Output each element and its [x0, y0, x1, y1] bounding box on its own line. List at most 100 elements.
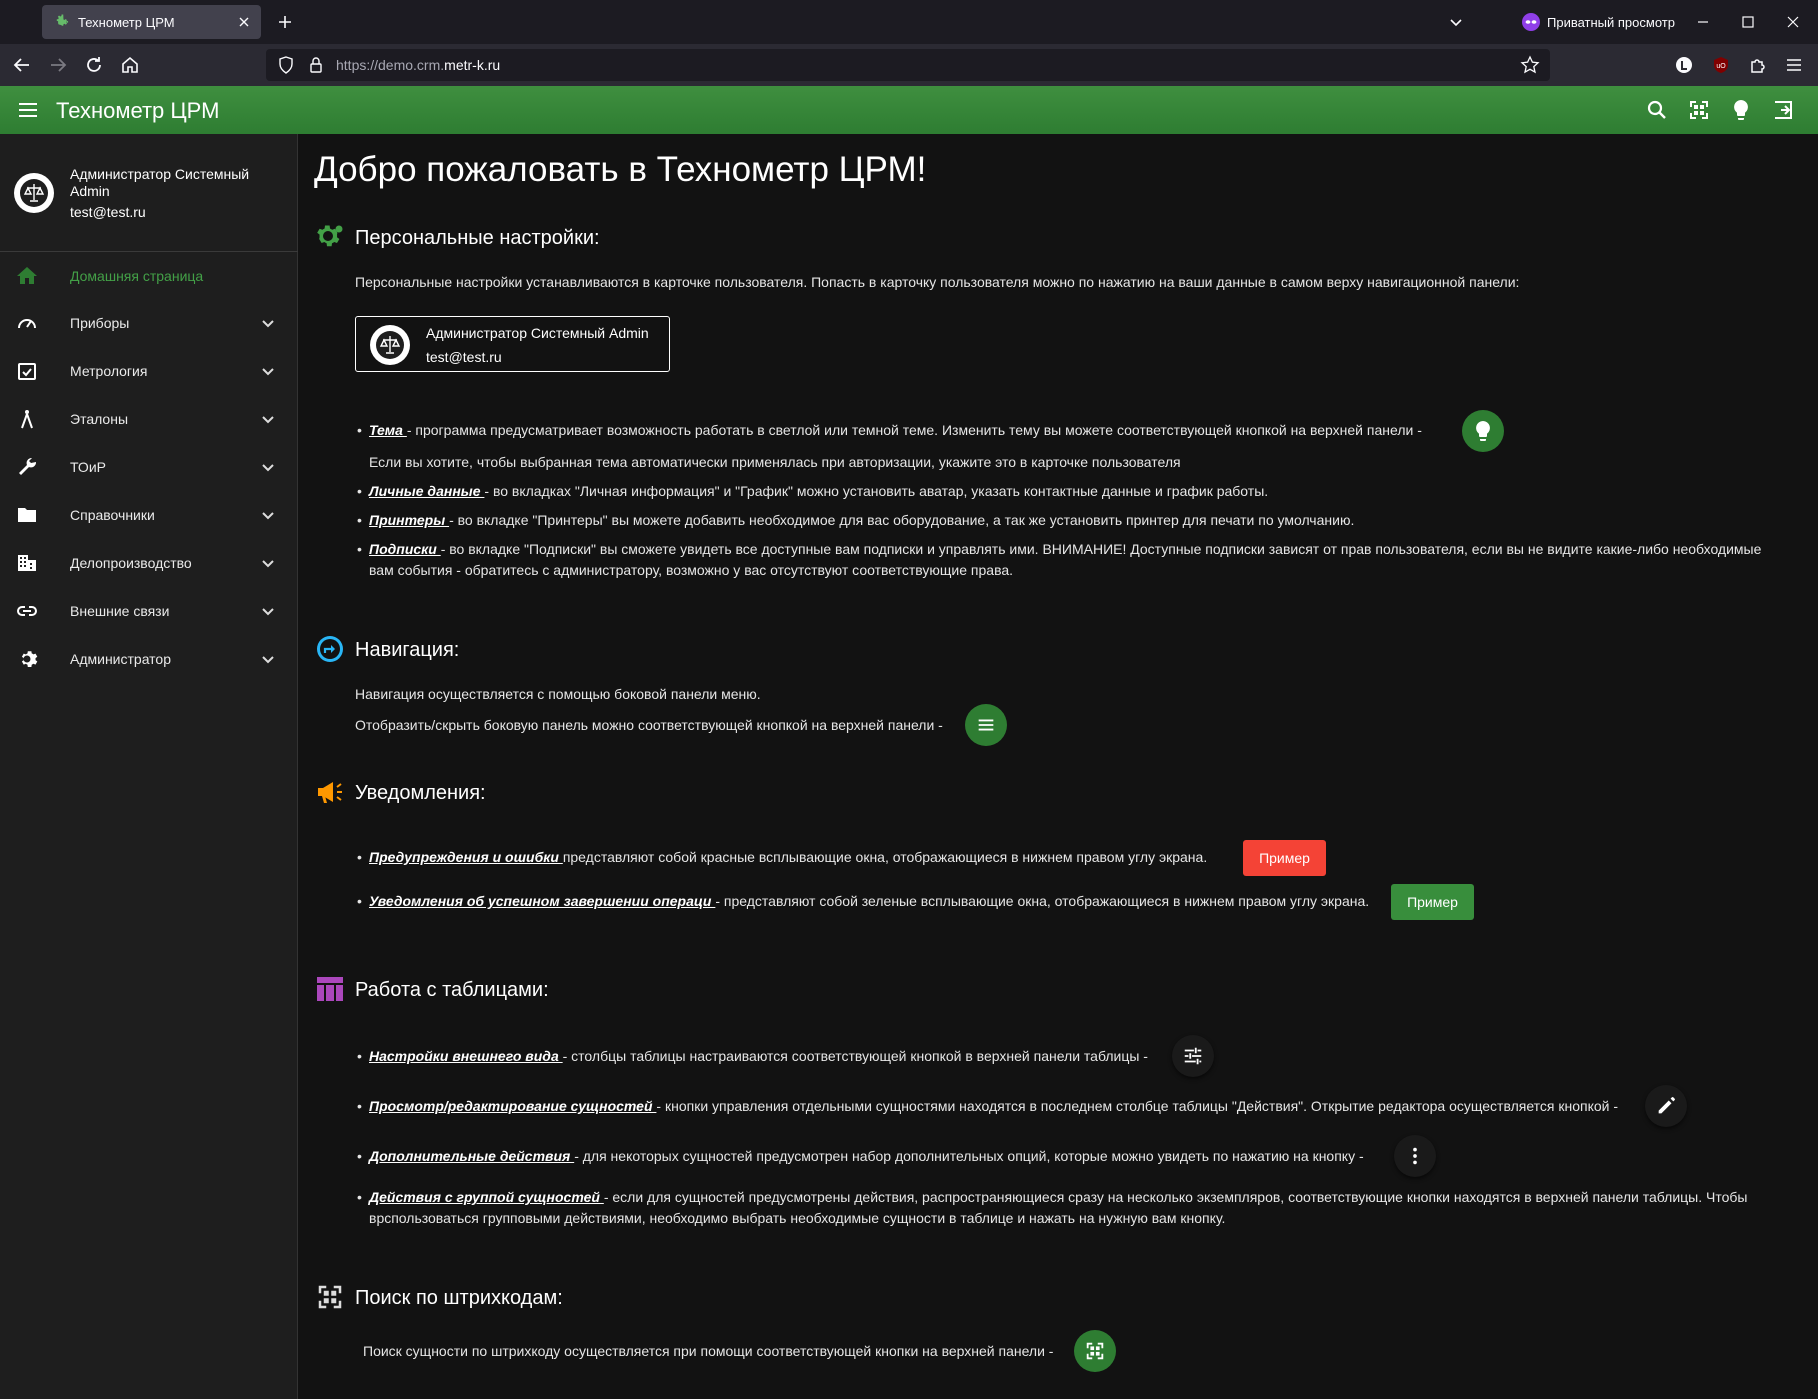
item-text: - представляют собой зеленые всплывающие…: [715, 893, 1370, 909]
chevron-down-icon: [258, 409, 278, 429]
bullet: •: [357, 1048, 362, 1064]
minimize-window-icon[interactable]: [1693, 12, 1713, 32]
browser-tab[interactable]: Технометр ЦРМ: [42, 5, 261, 39]
list-item-note: Если вы хотите, чтобы выбранная тема авт…: [369, 452, 1519, 473]
chevron-down-icon: [258, 313, 278, 333]
sidebar-item-metrology[interactable]: Метрология: [0, 347, 298, 395]
item-text: - столбцы таблицы настраиваются соответс…: [562, 1048, 1148, 1064]
list-item: • Личные данные - во вкладках "Личная ин…: [357, 481, 1769, 502]
shield-icon[interactable]: [276, 55, 296, 75]
barcode-text: Поиск сущности по штрихкоду осуществляет…: [363, 1343, 1054, 1359]
close-tab-icon[interactable]: [237, 15, 251, 29]
calendar-check-icon: [15, 359, 39, 383]
home-browser-icon[interactable]: [118, 53, 142, 77]
sidebar-item-label: Метрология: [70, 363, 148, 379]
forward-arrow-icon[interactable]: [46, 53, 70, 77]
keyword-appearance: Настройки внешнего вида: [369, 1048, 563, 1064]
barcode-section-icon: [315, 1282, 345, 1312]
office-building-icon: [15, 551, 39, 575]
url-bar[interactable]: https://demo.crm.metr-k.ru: [266, 49, 1550, 81]
item-text: - во вкладке "Подписки" вы сможете увиде…: [369, 541, 1762, 578]
bullet: •: [357, 1148, 362, 1164]
bullet: •: [357, 893, 362, 909]
sidebar-item-devices[interactable]: Приборы: [0, 299, 298, 347]
sidebar-user-name: Администратор Системный Admin: [70, 166, 250, 199]
gear-favicon-icon: [52, 13, 70, 31]
sidebar-item-label: Внешние связи: [70, 603, 170, 619]
new-tab-icon[interactable]: [275, 12, 295, 32]
navigation-line-1: Навигация осуществляется с помощью боков…: [355, 686, 761, 702]
chevron-down-icon: [258, 361, 278, 381]
app-top-bar: Технометр ЦРМ: [0, 86, 1818, 134]
item-text: - кнопки управления отдельными сущностям…: [656, 1098, 1619, 1114]
browser-menu-icon[interactable]: [1782, 53, 1806, 77]
extension-l-icon[interactable]: [1672, 53, 1696, 77]
hamburger-menu-icon[interactable]: [16, 98, 40, 122]
theme-lightbulb-icon[interactable]: [1729, 98, 1753, 122]
user-card-name: Администратор Системный Admin: [426, 325, 649, 341]
url-host: metr-k.ru: [444, 57, 501, 73]
url-text[interactable]: https://demo.crm.metr-k.ru: [336, 57, 1520, 73]
edit-example-button[interactable]: [1645, 1085, 1687, 1127]
section-title-barcode: Поиск по штрихкодам:: [355, 1287, 563, 1309]
bullet: •: [357, 1189, 362, 1205]
barcode-scan-icon[interactable]: [1687, 98, 1711, 122]
private-browsing-label: Приватный просмотр: [1547, 14, 1675, 30]
sidebar-item-administrator[interactable]: Администратор: [0, 635, 298, 683]
close-window-icon[interactable]: [1783, 12, 1803, 32]
extensions-puzzle-icon[interactable]: [1746, 53, 1770, 77]
sidebar-item-office-work[interactable]: Делопроизводство: [0, 539, 298, 587]
sidebar-item-standards[interactable]: Эталоны: [0, 395, 298, 443]
sidebar-item-label: Эталоны: [70, 411, 129, 427]
chevron-down-icon: [258, 457, 278, 477]
bullet: •: [357, 1098, 362, 1114]
bullet: •: [357, 512, 362, 528]
logout-icon[interactable]: [1771, 98, 1795, 122]
column-settings-example-button[interactable]: [1172, 1035, 1214, 1077]
maximize-window-icon[interactable]: [1738, 12, 1758, 32]
lock-icon[interactable]: [306, 55, 326, 75]
sidebar-item-label: Администратор: [70, 651, 172, 667]
bookmark-star-icon[interactable]: [1520, 55, 1540, 75]
error-example-button[interactable]: Пример: [1243, 840, 1326, 876]
chevron-down-icon: [258, 553, 278, 573]
sidebar-item-label: Делопроизводство: [70, 555, 192, 571]
search-icon[interactable]: [1645, 98, 1669, 122]
ublock-origin-icon[interactable]: uO: [1709, 53, 1733, 77]
sidebar: Администратор Системный Admin test@test.…: [0, 134, 298, 1399]
back-arrow-icon[interactable]: [10, 53, 34, 77]
item-text: Если вы хотите, чтобы выбранная тема авт…: [369, 454, 1181, 470]
list-item: • Просмотр/редактирование сущностей - кн…: [357, 1096, 1719, 1117]
theme-toggle-example-button[interactable]: [1462, 410, 1504, 452]
sidebar-item-label: Домашняя страница: [70, 268, 204, 284]
home-icon: [15, 264, 39, 288]
personal-intro: Персональные настройки устанавливаются в…: [355, 274, 1520, 290]
barcode-scan-example-button[interactable]: [1074, 1330, 1116, 1372]
tab-list-chevron-icon[interactable]: [1447, 13, 1465, 31]
keyword-theme: Тема: [369, 422, 407, 438]
sidebar-item-label: Приборы: [70, 315, 130, 331]
item-text: представляют собой красные всплывающие о…: [562, 849, 1208, 865]
private-browsing-indicator: Приватный просмотр: [1521, 12, 1675, 32]
sidebar-user-card[interactable]: Администратор Системный Admin test@test.…: [0, 134, 298, 252]
sidebar-item-external-links[interactable]: Внешние связи: [0, 587, 298, 635]
page-title: Добро пожаловать в Технометр ЦРМ!: [314, 150, 927, 189]
chevron-down-icon: [258, 505, 278, 525]
sidebar-item-home[interactable]: Домашняя страница: [0, 252, 298, 300]
reload-icon[interactable]: [82, 53, 106, 77]
main-content: Добро пожаловать в Технометр ЦРМ! Персон…: [298, 134, 1818, 1399]
success-example-button[interactable]: Пример: [1391, 884, 1474, 920]
navigation-line-2: Отобразить/скрыть боковую панель можно с…: [355, 717, 943, 733]
sidebar-item-maintenance[interactable]: ТОиР: [0, 443, 298, 491]
keyword-additional-actions: Дополнительные действия: [369, 1148, 575, 1164]
speedometer-icon: [15, 311, 39, 335]
keyword-view-edit: Просмотр/редактирование сущностей: [369, 1098, 657, 1114]
sidebar-item-directories[interactable]: Справочники: [0, 491, 298, 539]
menu-toggle-example-button[interactable]: [965, 704, 1007, 746]
section-title-personal: Персональные настройки:: [355, 227, 600, 249]
avatar: [370, 325, 410, 365]
section-title-navigation: Навигация:: [355, 639, 460, 661]
compass-icon: [15, 407, 39, 431]
more-actions-example-button[interactable]: [1394, 1135, 1436, 1177]
user-card-example[interactable]: Администратор Системный Admin test@test.…: [355, 316, 670, 372]
